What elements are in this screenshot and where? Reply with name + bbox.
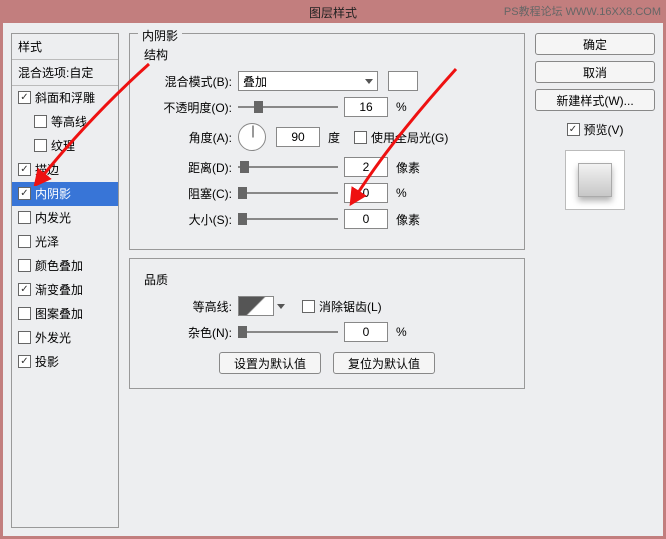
noise-value[interactable]: 0 xyxy=(344,322,388,342)
opacity-value[interactable]: 16 xyxy=(344,97,388,117)
structure-title: 结构 xyxy=(144,46,512,63)
style-checkbox[interactable] xyxy=(34,139,47,152)
angle-dial[interactable] xyxy=(238,123,266,151)
style-item-label: 投影 xyxy=(35,353,59,370)
distance-slider[interactable] xyxy=(238,160,338,174)
opacity-slider[interactable] xyxy=(238,100,338,114)
styles-header[interactable]: 样式 xyxy=(12,34,118,60)
distance-unit: 像素 xyxy=(396,159,420,176)
choke-value[interactable]: 0 xyxy=(344,183,388,203)
style-checkbox[interactable] xyxy=(18,259,31,272)
global-light-label: 使用全局光(G) xyxy=(371,129,448,146)
preview-swatch xyxy=(565,150,625,210)
style-item-10[interactable]: 外发光 xyxy=(12,326,118,350)
style-item-6[interactable]: 光泽 xyxy=(12,230,118,254)
angle-label: 角度(A): xyxy=(142,129,232,146)
opacity-unit: % xyxy=(396,100,407,114)
preview-checkbox[interactable]: ✓预览(V) xyxy=(535,121,655,138)
new-style-button[interactable]: 新建样式(W)... xyxy=(535,89,655,111)
make-default-button[interactable]: 设置为默认值 xyxy=(219,352,321,374)
style-checkbox[interactable] xyxy=(18,211,31,224)
preview-label: 预览(V) xyxy=(584,121,624,138)
style-item-4[interactable]: ✓ 内阴影 xyxy=(12,182,118,206)
style-item-3[interactable]: ✓ 描边 xyxy=(12,158,118,182)
style-item-label: 等高线 xyxy=(51,113,87,130)
choke-slider[interactable] xyxy=(238,186,338,200)
style-checkbox[interactable] xyxy=(18,331,31,344)
layer-style-dialog: 图层样式 PS教程论坛 WWW.16XX8.COM 样式 混合选项:自定 ✓ 斜面… xyxy=(0,0,666,539)
blend-mode-select[interactable]: 叠加 xyxy=(238,71,378,91)
group-title: 内阴影 xyxy=(138,27,182,44)
opacity-label: 不透明度(O): xyxy=(142,99,232,116)
sidebar: 确定 取消 新建样式(W)... ✓预览(V) xyxy=(535,33,655,528)
style-item-9[interactable]: 图案叠加 xyxy=(12,302,118,326)
antialias-label: 消除锯齿(L) xyxy=(319,298,382,315)
contour-label: 等高线: xyxy=(142,298,232,315)
shadow-color-swatch[interactable] xyxy=(388,71,418,91)
style-checkbox[interactable]: ✓ xyxy=(18,163,31,176)
size-slider[interactable] xyxy=(238,212,338,226)
reset-default-button[interactable]: 复位为默认值 xyxy=(333,352,435,374)
blend-mode-label: 混合模式(B): xyxy=(142,73,232,90)
style-item-label: 渐变叠加 xyxy=(35,281,83,298)
style-checkbox[interactable]: ✓ xyxy=(18,187,31,200)
angle-unit: 度 xyxy=(328,129,340,146)
style-item-5[interactable]: 内发光 xyxy=(12,206,118,230)
style-item-8[interactable]: ✓ 渐变叠加 xyxy=(12,278,118,302)
ok-button[interactable]: 确定 xyxy=(535,33,655,55)
dialog-body: 样式 混合选项:自定 ✓ 斜面和浮雕等高线纹理 ✓ 描边 ✓ 内阴影内发光光泽颜色叠加 ✓ 渐… xyxy=(1,23,665,538)
distance-value[interactable]: 2 xyxy=(344,157,388,177)
style-item-7[interactable]: 颜色叠加 xyxy=(12,254,118,278)
angle-value[interactable]: 90 xyxy=(276,127,320,147)
style-item-label: 内发光 xyxy=(35,209,71,226)
style-item-1[interactable]: 等高线 xyxy=(12,110,118,134)
dialog-title: 图层样式 xyxy=(309,4,357,21)
size-label: 大小(S): xyxy=(142,211,232,228)
noise-slider[interactable] xyxy=(238,325,338,339)
style-item-label: 纹理 xyxy=(51,137,75,154)
style-checkbox[interactable]: ✓ xyxy=(18,283,31,296)
style-item-label: 描边 xyxy=(35,161,59,178)
style-checkbox[interactable] xyxy=(18,307,31,320)
noise-label: 杂色(N): xyxy=(142,324,232,341)
style-item-label: 斜面和浮雕 xyxy=(35,89,95,106)
style-checkbox[interactable]: ✓ xyxy=(18,355,31,368)
blend-options[interactable]: 混合选项:自定 xyxy=(12,60,118,86)
style-item-label: 外发光 xyxy=(35,329,71,346)
preview-inner xyxy=(578,163,612,197)
noise-unit: % xyxy=(396,325,407,339)
style-checkbox[interactable]: ✓ xyxy=(18,91,31,104)
size-unit: 像素 xyxy=(396,211,420,228)
style-item-0[interactable]: ✓ 斜面和浮雕 xyxy=(12,86,118,110)
watermark: PS教程论坛 WWW.16XX8.COM xyxy=(504,3,661,19)
blend-mode-value: 叠加 xyxy=(243,73,267,90)
style-item-label: 图案叠加 xyxy=(35,305,83,322)
antialias-checkbox[interactable]: 消除锯齿(L) xyxy=(302,298,382,315)
choke-label: 阻塞(C): xyxy=(142,185,232,202)
style-item-label: 颜色叠加 xyxy=(35,257,83,274)
structure-group: 内阴影 结构 混合模式(B): 叠加 不透明度(O): 16 % 角度(A): … xyxy=(129,33,525,250)
size-value[interactable]: 0 xyxy=(344,209,388,229)
style-item-11[interactable]: ✓ 投影 xyxy=(12,350,118,374)
quality-title: 品质 xyxy=(144,271,512,288)
global-light-checkbox[interactable]: 使用全局光(G) xyxy=(354,129,448,146)
quality-group: 品质 等高线: 消除锯齿(L) 杂色(N): 0 % 设置为默认值 复位为默认值 xyxy=(129,258,525,389)
contour-picker[interactable] xyxy=(238,296,274,316)
style-item-label: 内阴影 xyxy=(35,185,71,202)
main-panel: 内阴影 结构 混合模式(B): 叠加 不透明度(O): 16 % 角度(A): … xyxy=(129,33,525,528)
cancel-button[interactable]: 取消 xyxy=(535,61,655,83)
style-checkbox[interactable] xyxy=(18,235,31,248)
styles-list: 样式 混合选项:自定 ✓ 斜面和浮雕等高线纹理 ✓ 描边 ✓ 内阴影内发光光泽颜色叠加 ✓ 渐… xyxy=(11,33,119,528)
choke-unit: % xyxy=(396,186,407,200)
style-item-2[interactable]: 纹理 xyxy=(12,134,118,158)
distance-label: 距离(D): xyxy=(142,159,232,176)
style-checkbox[interactable] xyxy=(34,115,47,128)
style-item-label: 光泽 xyxy=(35,233,59,250)
